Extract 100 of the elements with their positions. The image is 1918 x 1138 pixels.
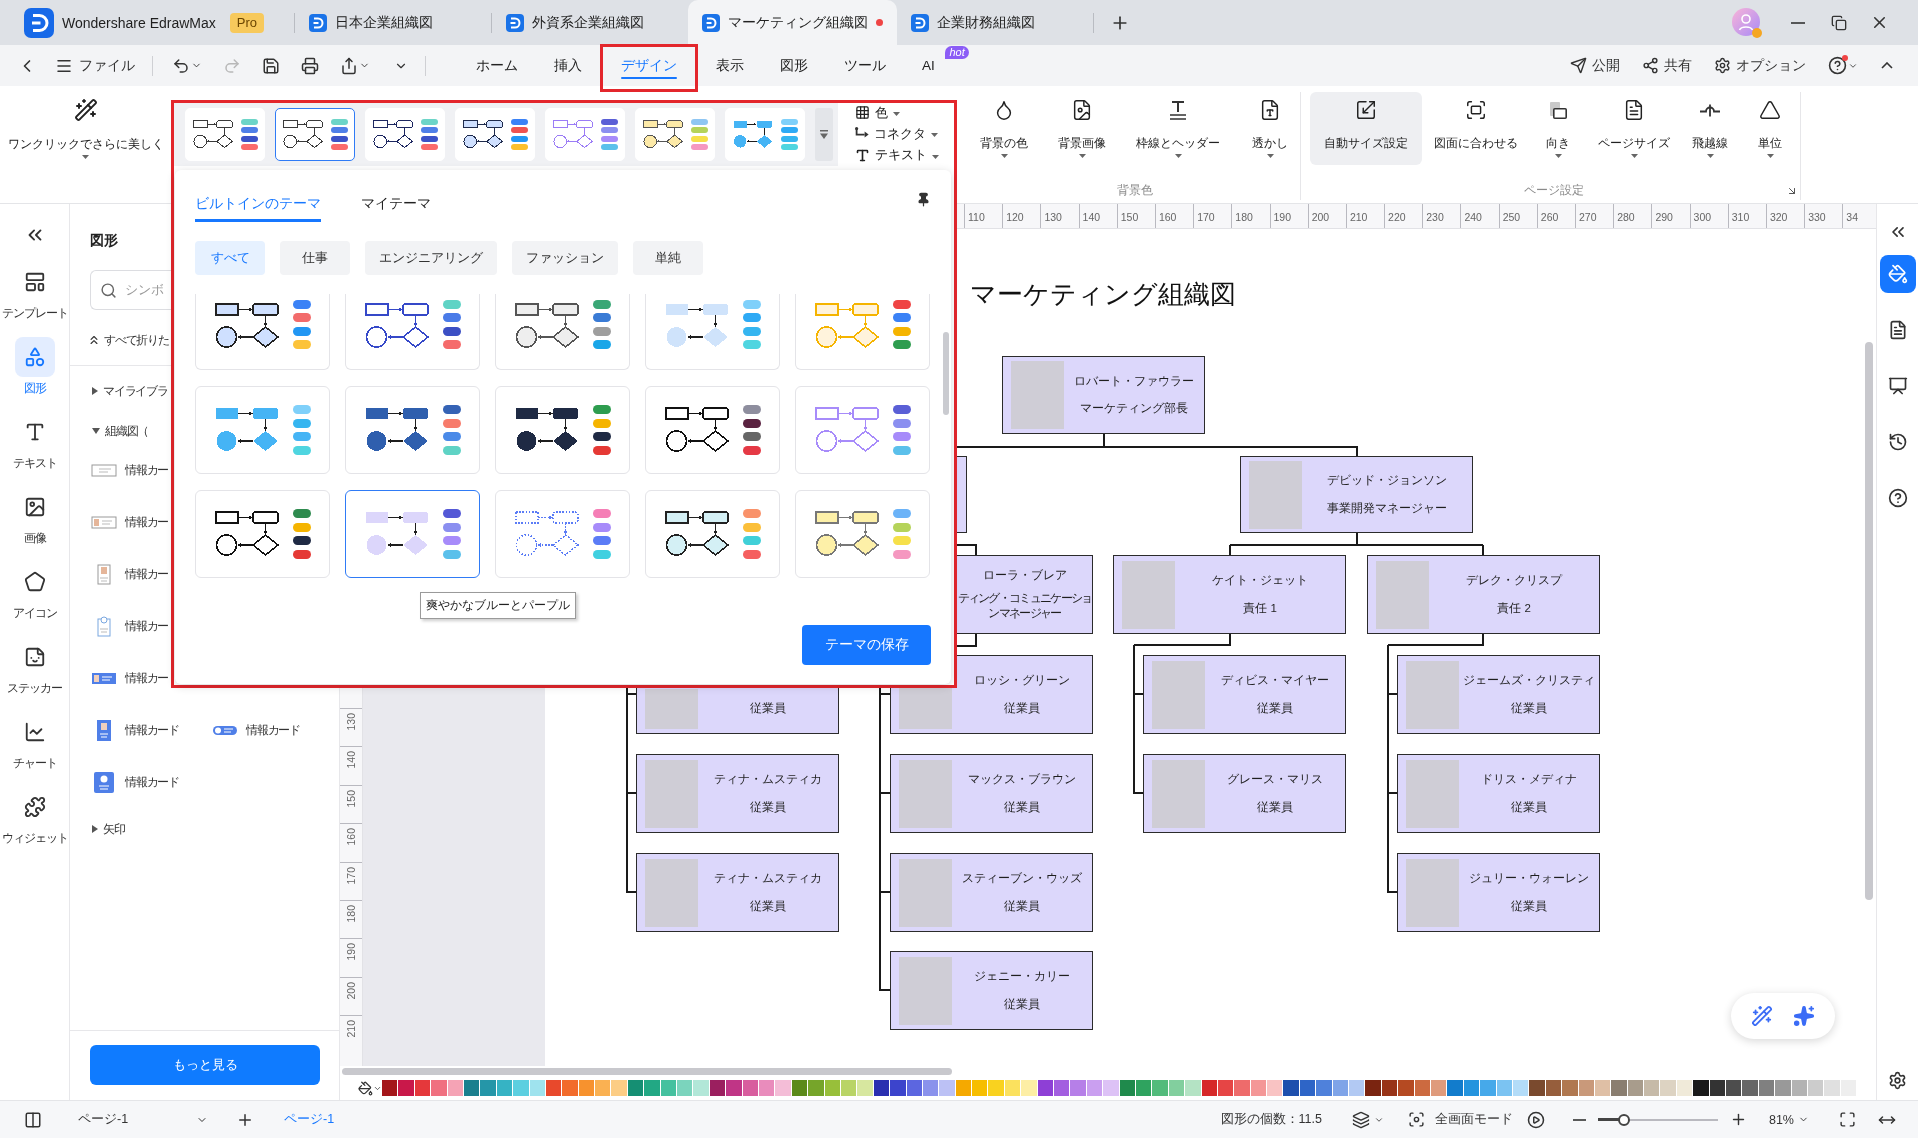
- collapse-all-button[interactable]: すべて折りた: [87, 327, 169, 353]
- panel-tab[interactable]: ビルトインのテーマ: [195, 195, 321, 222]
- color-swatch[interactable]: [1808, 1080, 1824, 1096]
- color-swatch[interactable]: [1840, 1080, 1857, 1096]
- color-swatch[interactable]: [1742, 1080, 1758, 1096]
- connector-menu[interactable]: コネクタ: [855, 123, 938, 145]
- options-button[interactable]: オプション: [1714, 50, 1806, 81]
- scrollbar-thumb[interactable]: [1865, 342, 1873, 900]
- color-swatch[interactable]: [1578, 1080, 1594, 1096]
- color-swatch[interactable]: [1037, 1080, 1053, 1096]
- color-swatch[interactable]: [1545, 1080, 1562, 1096]
- menu-tab[interactable]: ホーム: [458, 45, 536, 86]
- color-swatch[interactable]: [1267, 1080, 1283, 1096]
- menu-tab[interactable]: デザイン: [603, 47, 695, 84]
- color-swatch[interactable]: [1217, 1080, 1234, 1096]
- sidebar-item[interactable]: ウィジェット: [0, 787, 70, 862]
- color-swatch[interactable]: [1250, 1080, 1267, 1096]
- color-swatch[interactable]: [1512, 1080, 1529, 1096]
- section-header[interactable]: マイライブラ: [92, 378, 168, 404]
- color-swatch[interactable]: [529, 1080, 545, 1096]
- color-swatch[interactable]: [840, 1080, 857, 1096]
- color-swatch[interactable]: [1381, 1080, 1398, 1096]
- color-swatch[interactable]: [1299, 1080, 1316, 1096]
- ribbon-button[interactable]: 背景画像: [1050, 92, 1114, 165]
- shape-item[interactable]: 情報カー: [91, 667, 169, 689]
- zoom-dropdown[interactable]: 81%: [1768, 1105, 1809, 1134]
- scrollbar-thumb[interactable]: [342, 1067, 952, 1075]
- color-swatch[interactable]: [398, 1080, 414, 1096]
- color-swatch[interactable]: [1103, 1080, 1119, 1096]
- color-swatch[interactable]: [644, 1080, 660, 1096]
- more-button[interactable]: もっと見る: [90, 1045, 320, 1085]
- text-menu[interactable]: テキスト: [855, 144, 939, 166]
- ribbon-button[interactable]: 透かし: [1242, 92, 1298, 165]
- color-swatch[interactable]: [1693, 1080, 1709, 1096]
- category-chip[interactable]: エンジニアリング: [365, 241, 497, 275]
- color-swatch[interactable]: [513, 1080, 529, 1096]
- save-theme-button[interactable]: テーマの保存: [802, 625, 931, 665]
- theme-thumbnail[interactable]: [275, 108, 355, 161]
- share-button[interactable]: 共有: [1642, 50, 1692, 81]
- page-tab[interactable]: ページ-1: [284, 1105, 335, 1134]
- color-swatch[interactable]: [1332, 1080, 1349, 1096]
- color-swatch[interactable]: [775, 1080, 791, 1096]
- menu-tab[interactable]: AI hot: [904, 45, 973, 86]
- color-swatch[interactable]: [1644, 1080, 1660, 1096]
- document-tab[interactable]: マーケティング組織図: [688, 0, 897, 45]
- color-swatch[interactable]: [1676, 1080, 1693, 1096]
- magic-wand-button[interactable]: [1751, 1005, 1773, 1027]
- shape-item[interactable]: 情報カード: [91, 719, 179, 741]
- sidebar-item[interactable]: アイコン: [0, 562, 70, 637]
- sparkle-button[interactable]: [1793, 1005, 1815, 1027]
- color-swatch[interactable]: [431, 1080, 447, 1096]
- color-swatch[interactable]: [1791, 1080, 1807, 1096]
- color-swatch[interactable]: [1119, 1080, 1135, 1096]
- color-swatch[interactable]: [693, 1080, 709, 1096]
- color-swatch[interactable]: [906, 1080, 922, 1096]
- sidebar-item[interactable]: 画像: [0, 487, 70, 562]
- color-swatch[interactable]: [1168, 1080, 1185, 1096]
- shape-item[interactable]: 情報カー: [91, 459, 169, 481]
- color-swatch[interactable]: [1758, 1080, 1775, 1096]
- color-swatch[interactable]: [1660, 1080, 1676, 1096]
- beautify-button[interactable]: ワンクリックでさらに美しく: [0, 92, 171, 159]
- color-swatch[interactable]: [595, 1080, 611, 1096]
- color-swatch[interactable]: [1414, 1080, 1430, 1096]
- color-swatch[interactable]: [1824, 1080, 1840, 1096]
- sidebar-item[interactable]: チャート: [0, 712, 70, 787]
- sidebar-item[interactable]: テキスト: [0, 412, 70, 487]
- color-swatch[interactable]: [1709, 1080, 1726, 1096]
- color-swatch[interactable]: [972, 1080, 988, 1096]
- color-swatch[interactable]: [1529, 1080, 1545, 1096]
- color-swatch[interactable]: [939, 1080, 955, 1096]
- color-swatch[interactable]: [1070, 1080, 1086, 1096]
- color-swatch[interactable]: [1021, 1080, 1037, 1096]
- ribbon-button[interactable]: 向き: [1530, 92, 1586, 165]
- color-swatch[interactable]: [1365, 1080, 1381, 1096]
- color-swatch[interactable]: [627, 1080, 644, 1096]
- color-swatch[interactable]: [890, 1080, 906, 1096]
- color-swatch[interactable]: [611, 1080, 627, 1096]
- sidebar-item[interactable]: 図形: [0, 337, 70, 412]
- color-swatch[interactable]: [1185, 1080, 1201, 1096]
- color-swatch[interactable]: [562, 1080, 578, 1096]
- sidebar-item[interactable]: ステッカー: [0, 637, 70, 712]
- color-swatch[interactable]: [726, 1080, 742, 1096]
- ribbon-button[interactable]: 図面に合わせる: [1426, 92, 1526, 165]
- color-swatch[interactable]: [1398, 1080, 1414, 1096]
- color-swatch[interactable]: [709, 1080, 726, 1096]
- color-swatch[interactable]: [742, 1080, 758, 1096]
- shape-item[interactable]: 情報カー: [91, 615, 169, 637]
- color-swatch[interactable]: [955, 1080, 972, 1096]
- color-swatch[interactable]: [1480, 1080, 1496, 1096]
- category-chip[interactable]: すべて: [195, 241, 265, 275]
- fill-button[interactable]: [358, 1080, 382, 1096]
- panel-tab[interactable]: マイテーマ: [361, 195, 431, 222]
- ribbon-button[interactable]: 自動サイズ設定: [1310, 92, 1422, 165]
- color-swatch[interactable]: [677, 1080, 693, 1096]
- page-dropdown[interactable]: ページ-1: [78, 1105, 208, 1134]
- color-swatch[interactable]: [1349, 1080, 1365, 1096]
- shape-item[interactable]: 情報カー: [91, 511, 169, 533]
- color-swatch[interactable]: [1234, 1080, 1250, 1096]
- color-swatch[interactable]: [578, 1080, 595, 1096]
- ribbon-button[interactable]: 背景の色: [972, 92, 1036, 165]
